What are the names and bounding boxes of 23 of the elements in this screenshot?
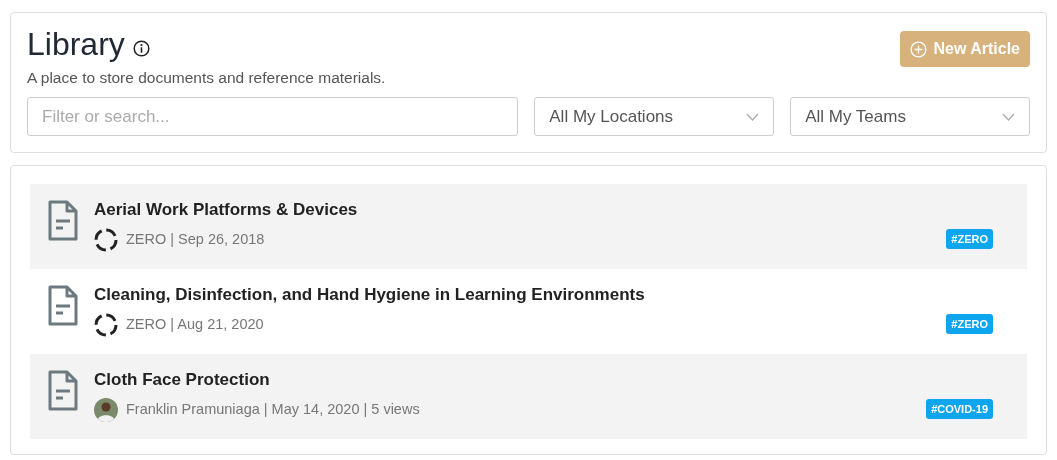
article-title[interactable]: Cloth Face Protection: [94, 370, 911, 391]
article-meta: ZERO | Sep 26, 2018: [126, 229, 265, 249]
document-icon: [48, 200, 78, 242]
page-title: Library: [27, 27, 125, 63]
avatar-ring-icon: [94, 227, 118, 252]
search-field[interactable]: Filter or search...: [27, 97, 519, 137]
article-row[interactable]: Aerial Work Platforms & Devices ZERO | Sep 26, 2018 #ZERO: [30, 184, 1027, 270]
info-icon[interactable]: [132, 40, 150, 58]
plus-circle-icon: [910, 40, 928, 58]
article-meta: Franklin Pramuniaga | May 14, 2020 | 5 views: [126, 399, 420, 419]
article-title[interactable]: Cleaning, Disinfection, and Hand Hygiene in Learning Environments: [94, 285, 931, 306]
user-avatar: [94, 397, 118, 422]
chevron-down-icon: [1002, 112, 1015, 121]
page-subtitle: A place to store documents and reference materials.: [27, 68, 386, 89]
article-row[interactable]: Cloth Face Protection Franklin Pramuniaga | May 14, 2020 | 5 views #COVID-19: [30, 354, 1027, 440]
locations-dropdown[interactable]: All My Locations: [534, 97, 775, 137]
teams-dropdown[interactable]: All My Teams: [790, 97, 1030, 137]
article-meta: ZERO | Aug 21, 2020: [126, 314, 264, 334]
article-title[interactable]: Aerial Work Platforms & Devices: [94, 200, 931, 221]
document-icon: [48, 370, 78, 412]
avatar-ring-icon: [94, 312, 118, 337]
document-icon: [48, 285, 78, 327]
chevron-down-icon: [746, 112, 760, 121]
